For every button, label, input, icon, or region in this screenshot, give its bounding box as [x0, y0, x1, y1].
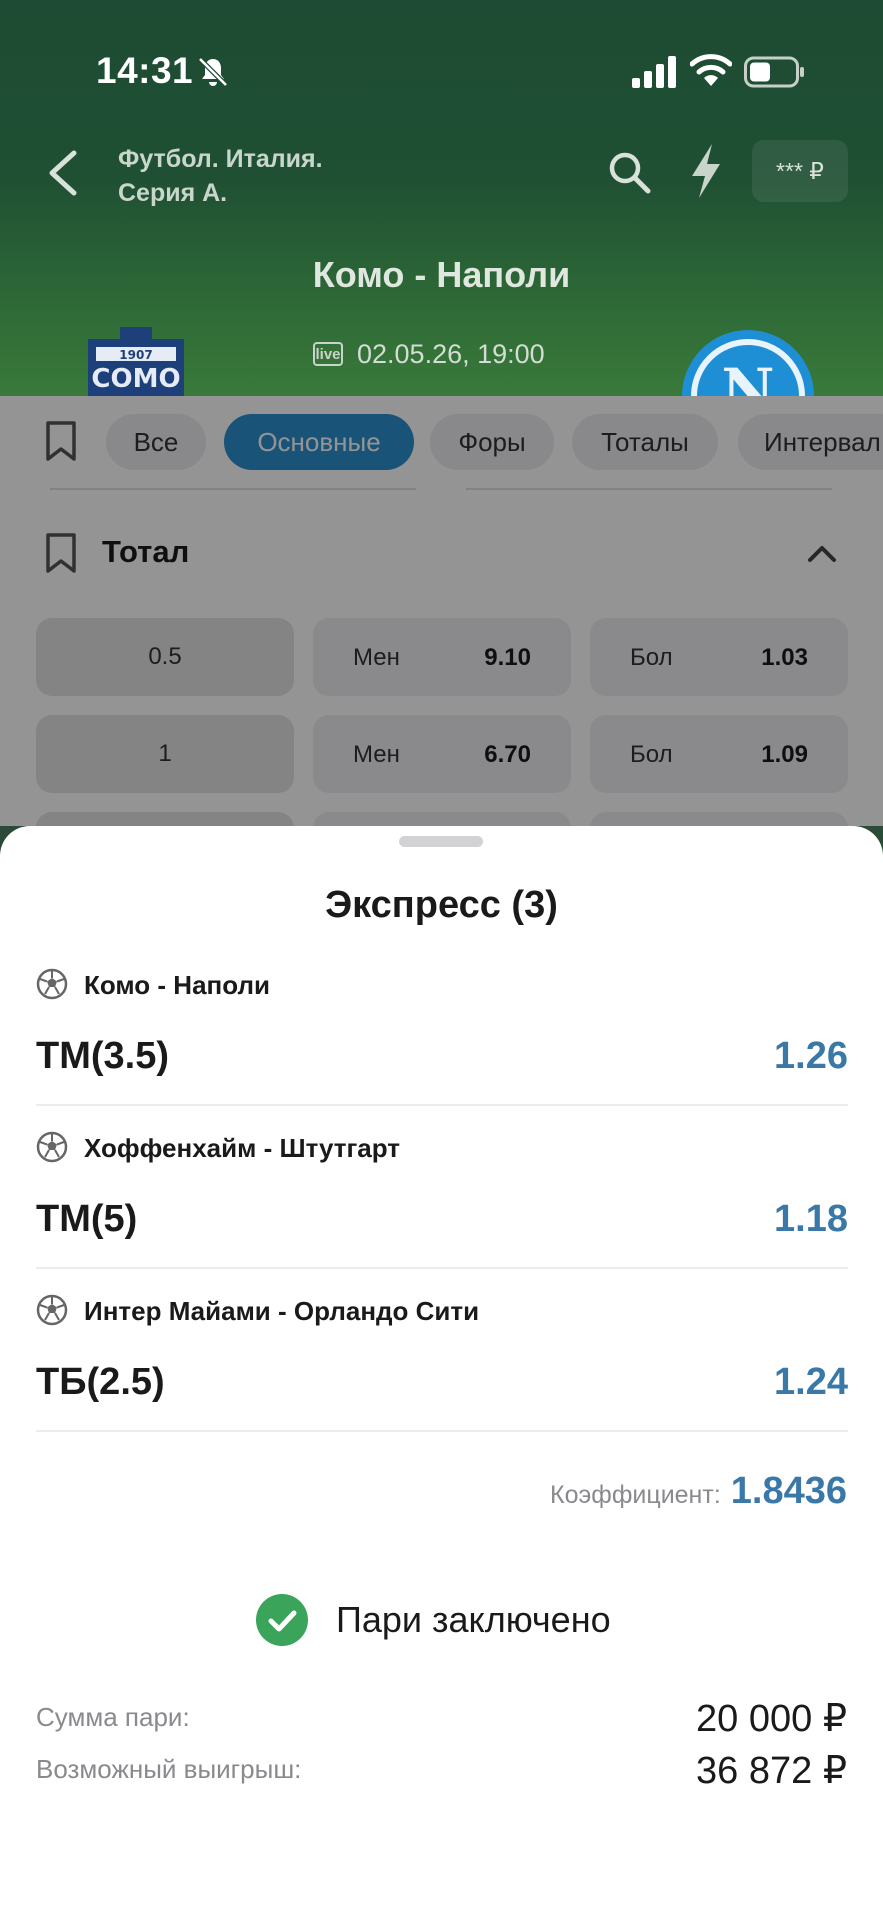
possible-win-label: Возможный выигрыш:	[36, 1754, 302, 1784]
match-date: 02.05.26, 19:00	[357, 338, 545, 369]
coef-label: Коэффициент:	[550, 1481, 721, 1509]
live-badge: live	[313, 342, 343, 366]
bet-placed-status: Пари заключено	[256, 1594, 611, 1646]
battery-icon	[744, 56, 804, 88]
wifi-icon	[690, 54, 732, 86]
balance-button[interactable]: *** ₽	[752, 140, 848, 202]
check-circle-icon	[256, 1594, 308, 1646]
signal-icon	[632, 56, 676, 88]
search-icon[interactable]	[605, 148, 653, 196]
napoli-logo: N	[682, 330, 814, 400]
status-bar: 14:31	[0, 0, 883, 140]
lightning-icon[interactable]	[686, 142, 726, 200]
stake-label: Сумма пари:	[36, 1702, 190, 1732]
svg-text:N: N	[721, 356, 774, 400]
soccer-ball-icon	[36, 1294, 68, 1326]
success-text: Пари заключено	[336, 1599, 611, 1640]
coef-value: 1.8436	[730, 1470, 847, 1512]
status-time: 14:31	[96, 50, 194, 91]
match-date-row: live 02.05.26, 19:00	[313, 338, 545, 370]
match-title: Комо - Наполи	[312, 254, 571, 295]
modal-backdrop[interactable]	[0, 396, 883, 826]
bet-item: Интер Майами - Орландо Сити ТБ(2.5) 1.24	[36, 1152, 848, 1432]
svg-text:1907: 1907	[119, 348, 152, 362]
match-header: 14:31 Футбол. Италия. Серия А. *** ₽ Ком…	[0, 0, 883, 400]
stake-value: 20 000 ₽	[696, 1698, 847, 1740]
possible-win-value: 36 872 ₽	[696, 1750, 847, 1792]
breadcrumb-line-league: Серия А.	[118, 179, 228, 207]
breadcrumb-line-sport: Футбол. Италия.	[118, 145, 323, 173]
back-arrow-icon[interactable]	[40, 145, 90, 201]
bet-odds: 1.24	[774, 1361, 848, 1403]
betslip-sheet: Экспресс (3) Комо - Наполи ТМ(3.5) 1.26 …	[0, 826, 883, 1920]
bell-off-icon	[198, 57, 228, 87]
bet-outcome: ТБ(2.5)	[36, 1361, 165, 1403]
como-logo: 1907 COMO	[88, 327, 184, 400]
breadcrumb: Футбол. Италия. Серия А.	[118, 142, 323, 210]
bet-event-name: Интер Майами - Орландо Сити	[84, 1296, 480, 1326]
svg-text:COMO: COMO	[91, 364, 180, 394]
total-coefficient: Коэффициент: 1.8436	[550, 1470, 847, 1513]
